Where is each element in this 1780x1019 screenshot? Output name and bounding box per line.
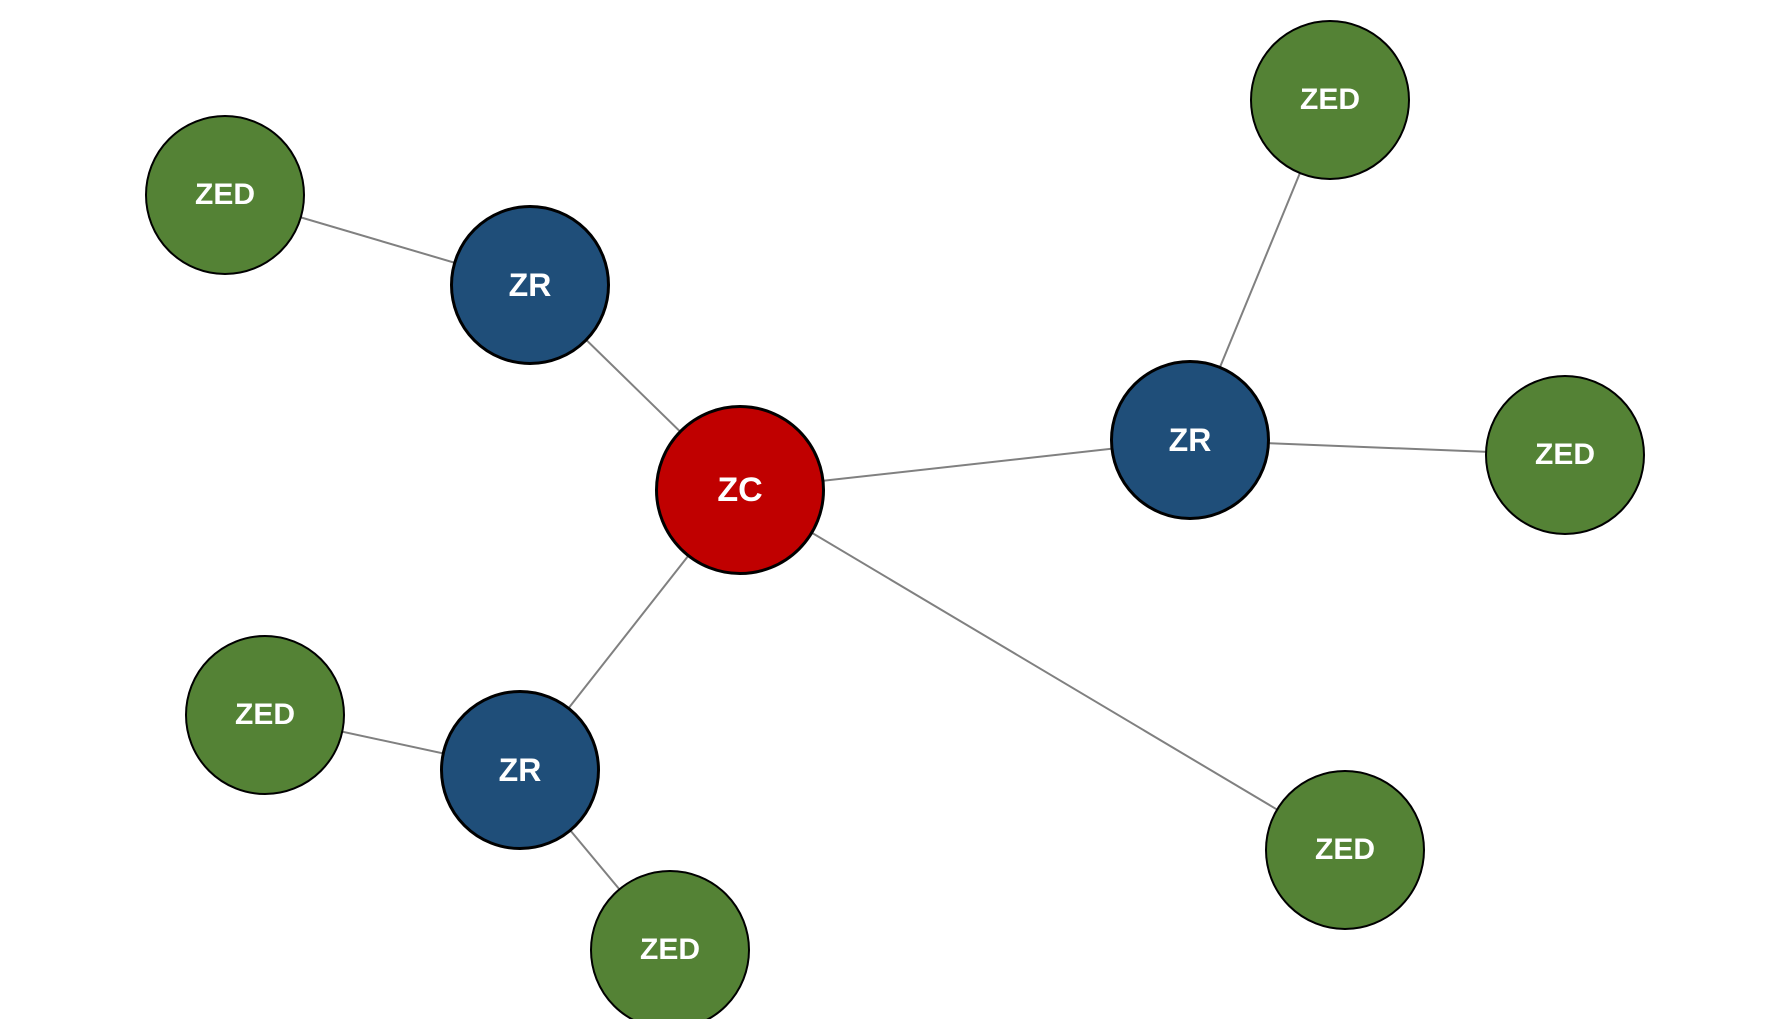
node-zc: ZC bbox=[655, 405, 825, 575]
node-zed-6: ZED bbox=[590, 870, 750, 1019]
node-label: ZED bbox=[1535, 438, 1595, 472]
node-label: ZED bbox=[640, 933, 700, 967]
node-label: ZED bbox=[1300, 83, 1360, 117]
node-label: ZR bbox=[509, 267, 552, 304]
node-label: ZED bbox=[235, 698, 295, 732]
node-zr-bottom-left: ZR bbox=[440, 690, 600, 850]
edge-zc-zed4 bbox=[740, 490, 1345, 850]
node-label: ZC bbox=[717, 471, 762, 510]
node-label: ZR bbox=[1169, 422, 1212, 459]
node-zr-right: ZR bbox=[1110, 360, 1270, 520]
node-zed-1: ZED bbox=[145, 115, 305, 275]
node-zed-2: ZED bbox=[1250, 20, 1410, 180]
diagram-canvas: ZC ZR ZR ZR ZED ZED ZED ZED ZED ZED bbox=[0, 0, 1780, 1019]
node-label: ZED bbox=[195, 178, 255, 212]
node-label: ZR bbox=[499, 752, 542, 789]
node-zr-top-left: ZR bbox=[450, 205, 610, 365]
node-zed-4: ZED bbox=[1265, 770, 1425, 930]
node-zed-5: ZED bbox=[185, 635, 345, 795]
node-zed-3: ZED bbox=[1485, 375, 1645, 535]
node-label: ZED bbox=[1315, 833, 1375, 867]
